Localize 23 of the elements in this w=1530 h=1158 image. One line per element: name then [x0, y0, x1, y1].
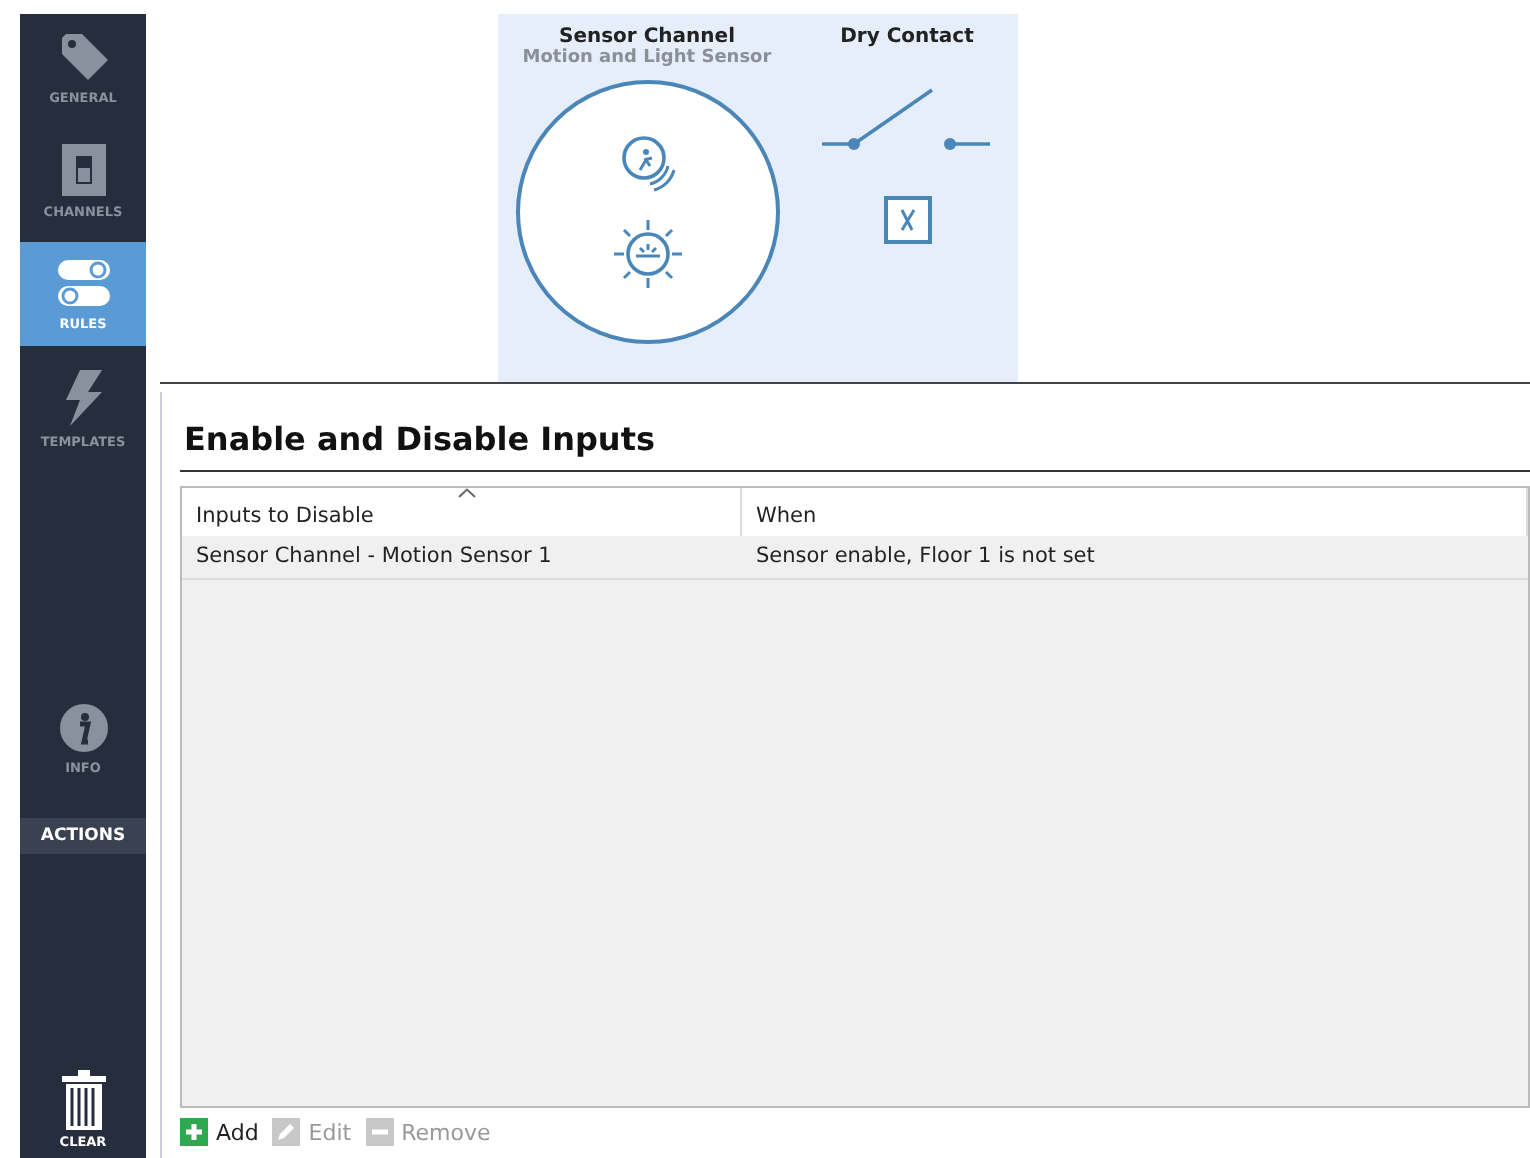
trash-icon — [61, 1070, 105, 1130]
column-header[interactable]: When — [742, 488, 1528, 536]
diagram-subtitle: Motion and Light Sensor — [522, 48, 772, 68]
diagram-title: Dry Contact — [840, 26, 974, 48]
wall-switch-icon — [59, 141, 107, 197]
disabled-contact-icon — [883, 196, 931, 244]
lightning-icon — [61, 367, 105, 427]
toggles-icon — [55, 257, 111, 309]
switch-symbol-icon — [821, 84, 993, 156]
motion-sensor-icon — [617, 134, 677, 194]
minus-icon — [365, 1118, 394, 1146]
plus-icon — [180, 1118, 208, 1146]
table-cell-text: Sensor enable, Floor 1 is not set — [754, 542, 1097, 572]
add-button[interactable]: Add — [180, 1118, 259, 1146]
section-header: ACTIONS — [20, 817, 146, 853]
table-cell-text: Sensor Channel - Motion Sensor 1 — [194, 542, 554, 572]
info-icon — [57, 702, 109, 754]
column-header[interactable]: Inputs to Disable — [182, 488, 742, 536]
diagram-title: Sensor Channel — [559, 26, 735, 48]
panel-title: Enable and Disable Inputs — [184, 420, 657, 458]
sort-icon — [458, 488, 476, 498]
pencil-icon — [272, 1118, 301, 1146]
sun-icon — [611, 218, 683, 290]
